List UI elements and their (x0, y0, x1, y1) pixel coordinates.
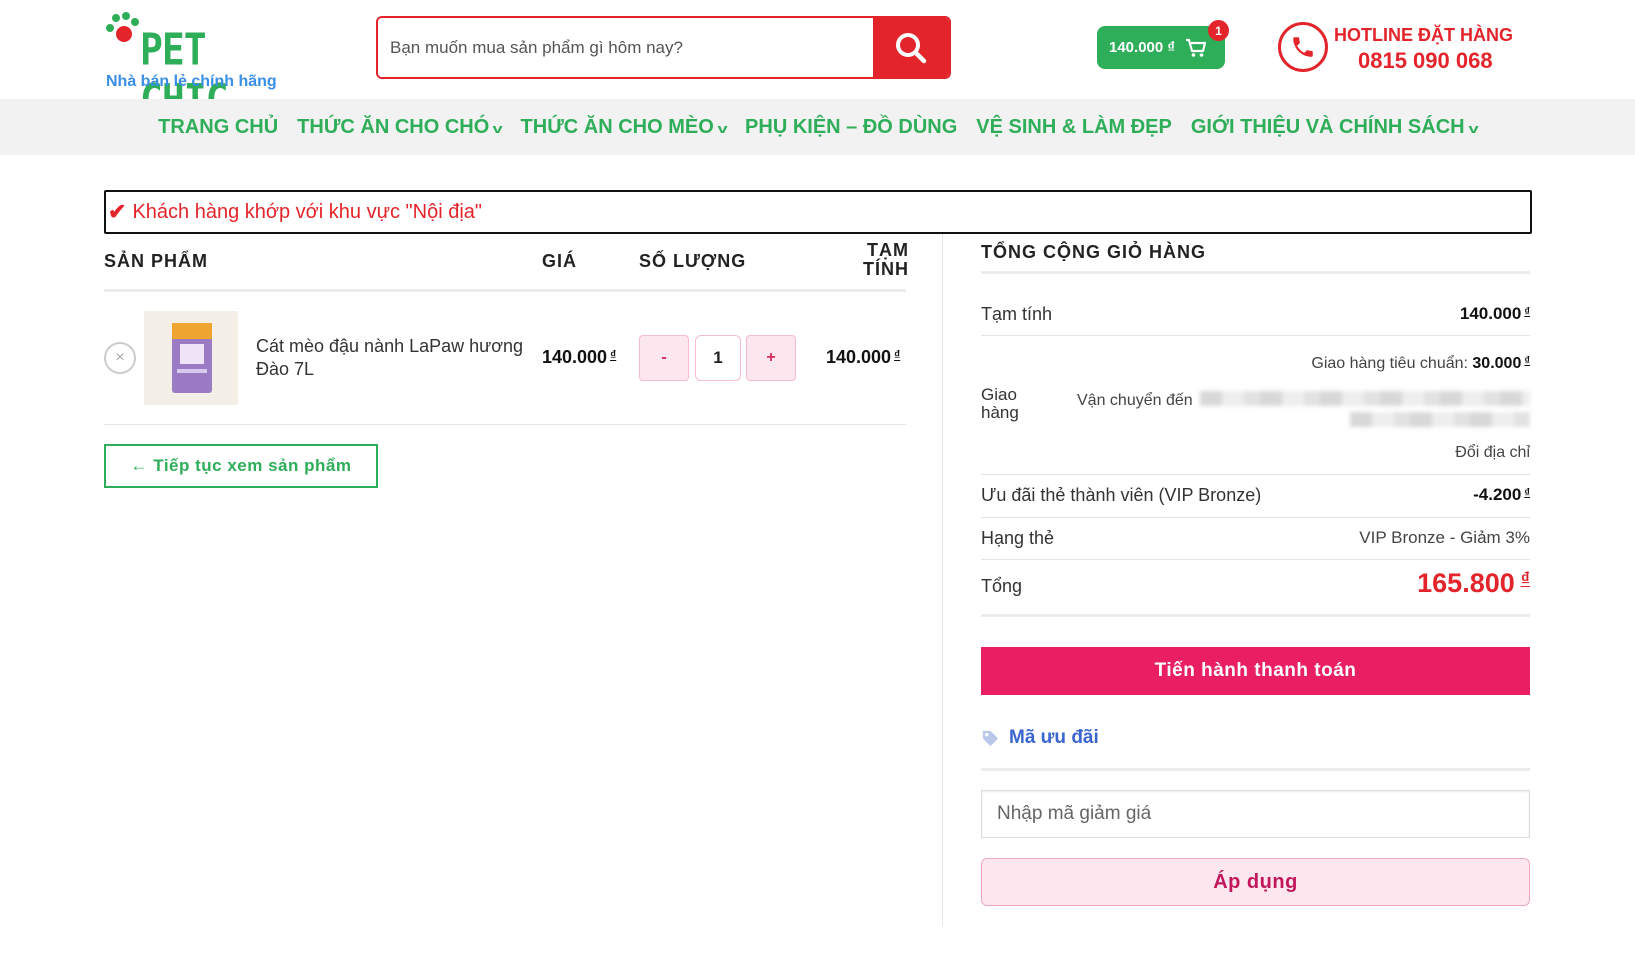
site-logo[interactable]: PET CHIC Nhà bán lẻ chính hãng (106, 10, 306, 125)
change-address-link[interactable]: Đổi địa chỉ (1455, 444, 1530, 462)
chevron-down-icon: v (1468, 120, 1479, 136)
main-nav: TRANG CHỦ THỨC ĂN CHO CHÓ v THỨC ĂN CHO M… (0, 99, 1635, 155)
product-name-link[interactable]: Cát mèo đậu nành LaPaw hương Đào 7L (256, 335, 526, 381)
divider (981, 768, 1530, 771)
logo-tagline: Nhà bán lẻ chính hãng (106, 73, 277, 90)
address-redacted (1350, 412, 1530, 427)
chevron-down-icon: v (717, 120, 728, 136)
checkout-button[interactable]: Tiến hành thanh toán (981, 647, 1530, 695)
divider (981, 474, 1530, 475)
divider (981, 614, 1530, 617)
coupon-title: Mã ưu đãi (981, 727, 1099, 749)
cart-button[interactable]: 140.000 ₫ 1 (1097, 20, 1229, 69)
col-header-product: SẢN PHẨM (104, 251, 209, 271)
cart-totals-title: TỔNG CỘNG GIỎ HÀNG (981, 242, 1206, 262)
cart-total: 140.000 ₫ (1109, 39, 1176, 56)
member-discount-label: Ưu đãi thẻ thành viên (VIP Bronze) (981, 485, 1262, 505)
hotline-title: HOTLINE ĐẶT HÀNG (1334, 25, 1513, 45)
divider (981, 517, 1530, 518)
member-discount-value: -4.200 ₫ (1473, 485, 1530, 504)
nav-item-dog-food[interactable]: THỨC ĂN CHO CHÓ v (297, 116, 503, 139)
hotline-phone: 0815 090 068 (1358, 48, 1493, 73)
col-header-quantity: SỐ LƯỢNG (639, 251, 747, 271)
product-thumbnail[interactable] (144, 311, 238, 405)
continue-shopping-button[interactable]: ← Tiếp tục xem sản phẩm (104, 444, 378, 488)
search-input[interactable] (378, 18, 873, 77)
apply-coupon-button[interactable]: Áp dụng (981, 858, 1530, 906)
column-divider (942, 234, 943, 926)
chevron-down-icon: v (492, 120, 503, 136)
cart-icon (1186, 38, 1207, 57)
notice-text: Khách hàng khớp với khu vực "Nội địa" (132, 200, 482, 223)
item-price: 140.000 ₫ (542, 347, 617, 367)
search-bar (376, 16, 951, 79)
coupon-code-input[interactable] (981, 790, 1530, 838)
region-notice: ✔ Khách hàng khớp với khu vực "Nội địa" (104, 190, 1532, 234)
nav-item-hygiene[interactable]: VỆ SINH & LÀM ĐẸP (976, 116, 1172, 139)
cart-count-badge: 1 (1208, 20, 1229, 41)
qty-increase-button[interactable]: + (746, 335, 796, 381)
col-header-price: GIÁ (542, 251, 578, 271)
remove-item-button[interactable]: × (104, 342, 136, 374)
total-label: Tổng (981, 576, 1023, 596)
total-value: 165.800 ₫ (1417, 568, 1530, 598)
nav-item-about[interactable]: GIỚI THIỆU VÀ CHÍNH SÁCH v (1191, 116, 1479, 139)
hotline[interactable]: HOTLINE ĐẶT HÀNG 0815 090 068 (1278, 20, 1528, 80)
item-subtotal: 140.000 ₫ (826, 347, 901, 367)
nav-item-accessories[interactable]: PHỤ KIỆN – ĐỒ DÙNG (745, 116, 957, 139)
divider (981, 335, 1530, 336)
site-header: PET CHIC Nhà bán lẻ chính hãng 140.000 ₫… (0, 0, 1635, 125)
shipping-label: Giao hàng (981, 385, 1019, 422)
search-button[interactable] (873, 18, 949, 77)
divider (104, 424, 906, 425)
divider (104, 289, 906, 292)
quantity-input[interactable]: 1 (695, 335, 741, 381)
divider (981, 559, 1530, 560)
nav-item-cat-food[interactable]: THỨC ĂN CHO MÈO v (521, 116, 728, 139)
paw-icon (106, 12, 139, 42)
divider (981, 271, 1530, 274)
phone-icon (1278, 22, 1328, 72)
subtotal-value: 140.000 ₫ (1459, 304, 1530, 323)
qty-decrease-button[interactable]: - (639, 335, 689, 381)
tier-label: Hạng thẻ (981, 528, 1055, 548)
check-icon: ✔ (108, 199, 127, 224)
tier-value: VIP Bronze - Giảm 3% (1359, 528, 1530, 547)
address-redacted (1200, 391, 1530, 406)
search-icon (896, 32, 927, 63)
shipping-method: Giao hàng tiêu chuẩn: 30.000 ₫ (1311, 355, 1530, 372)
ship-to-label: Vận chuyển đến (1077, 392, 1193, 409)
tag-icon (982, 730, 999, 746)
col-header-subtotal: TẠM TÍNH (863, 240, 909, 279)
nav-item-home[interactable]: TRANG CHỦ (158, 116, 278, 139)
subtotal-label: Tạm tính (981, 304, 1053, 324)
